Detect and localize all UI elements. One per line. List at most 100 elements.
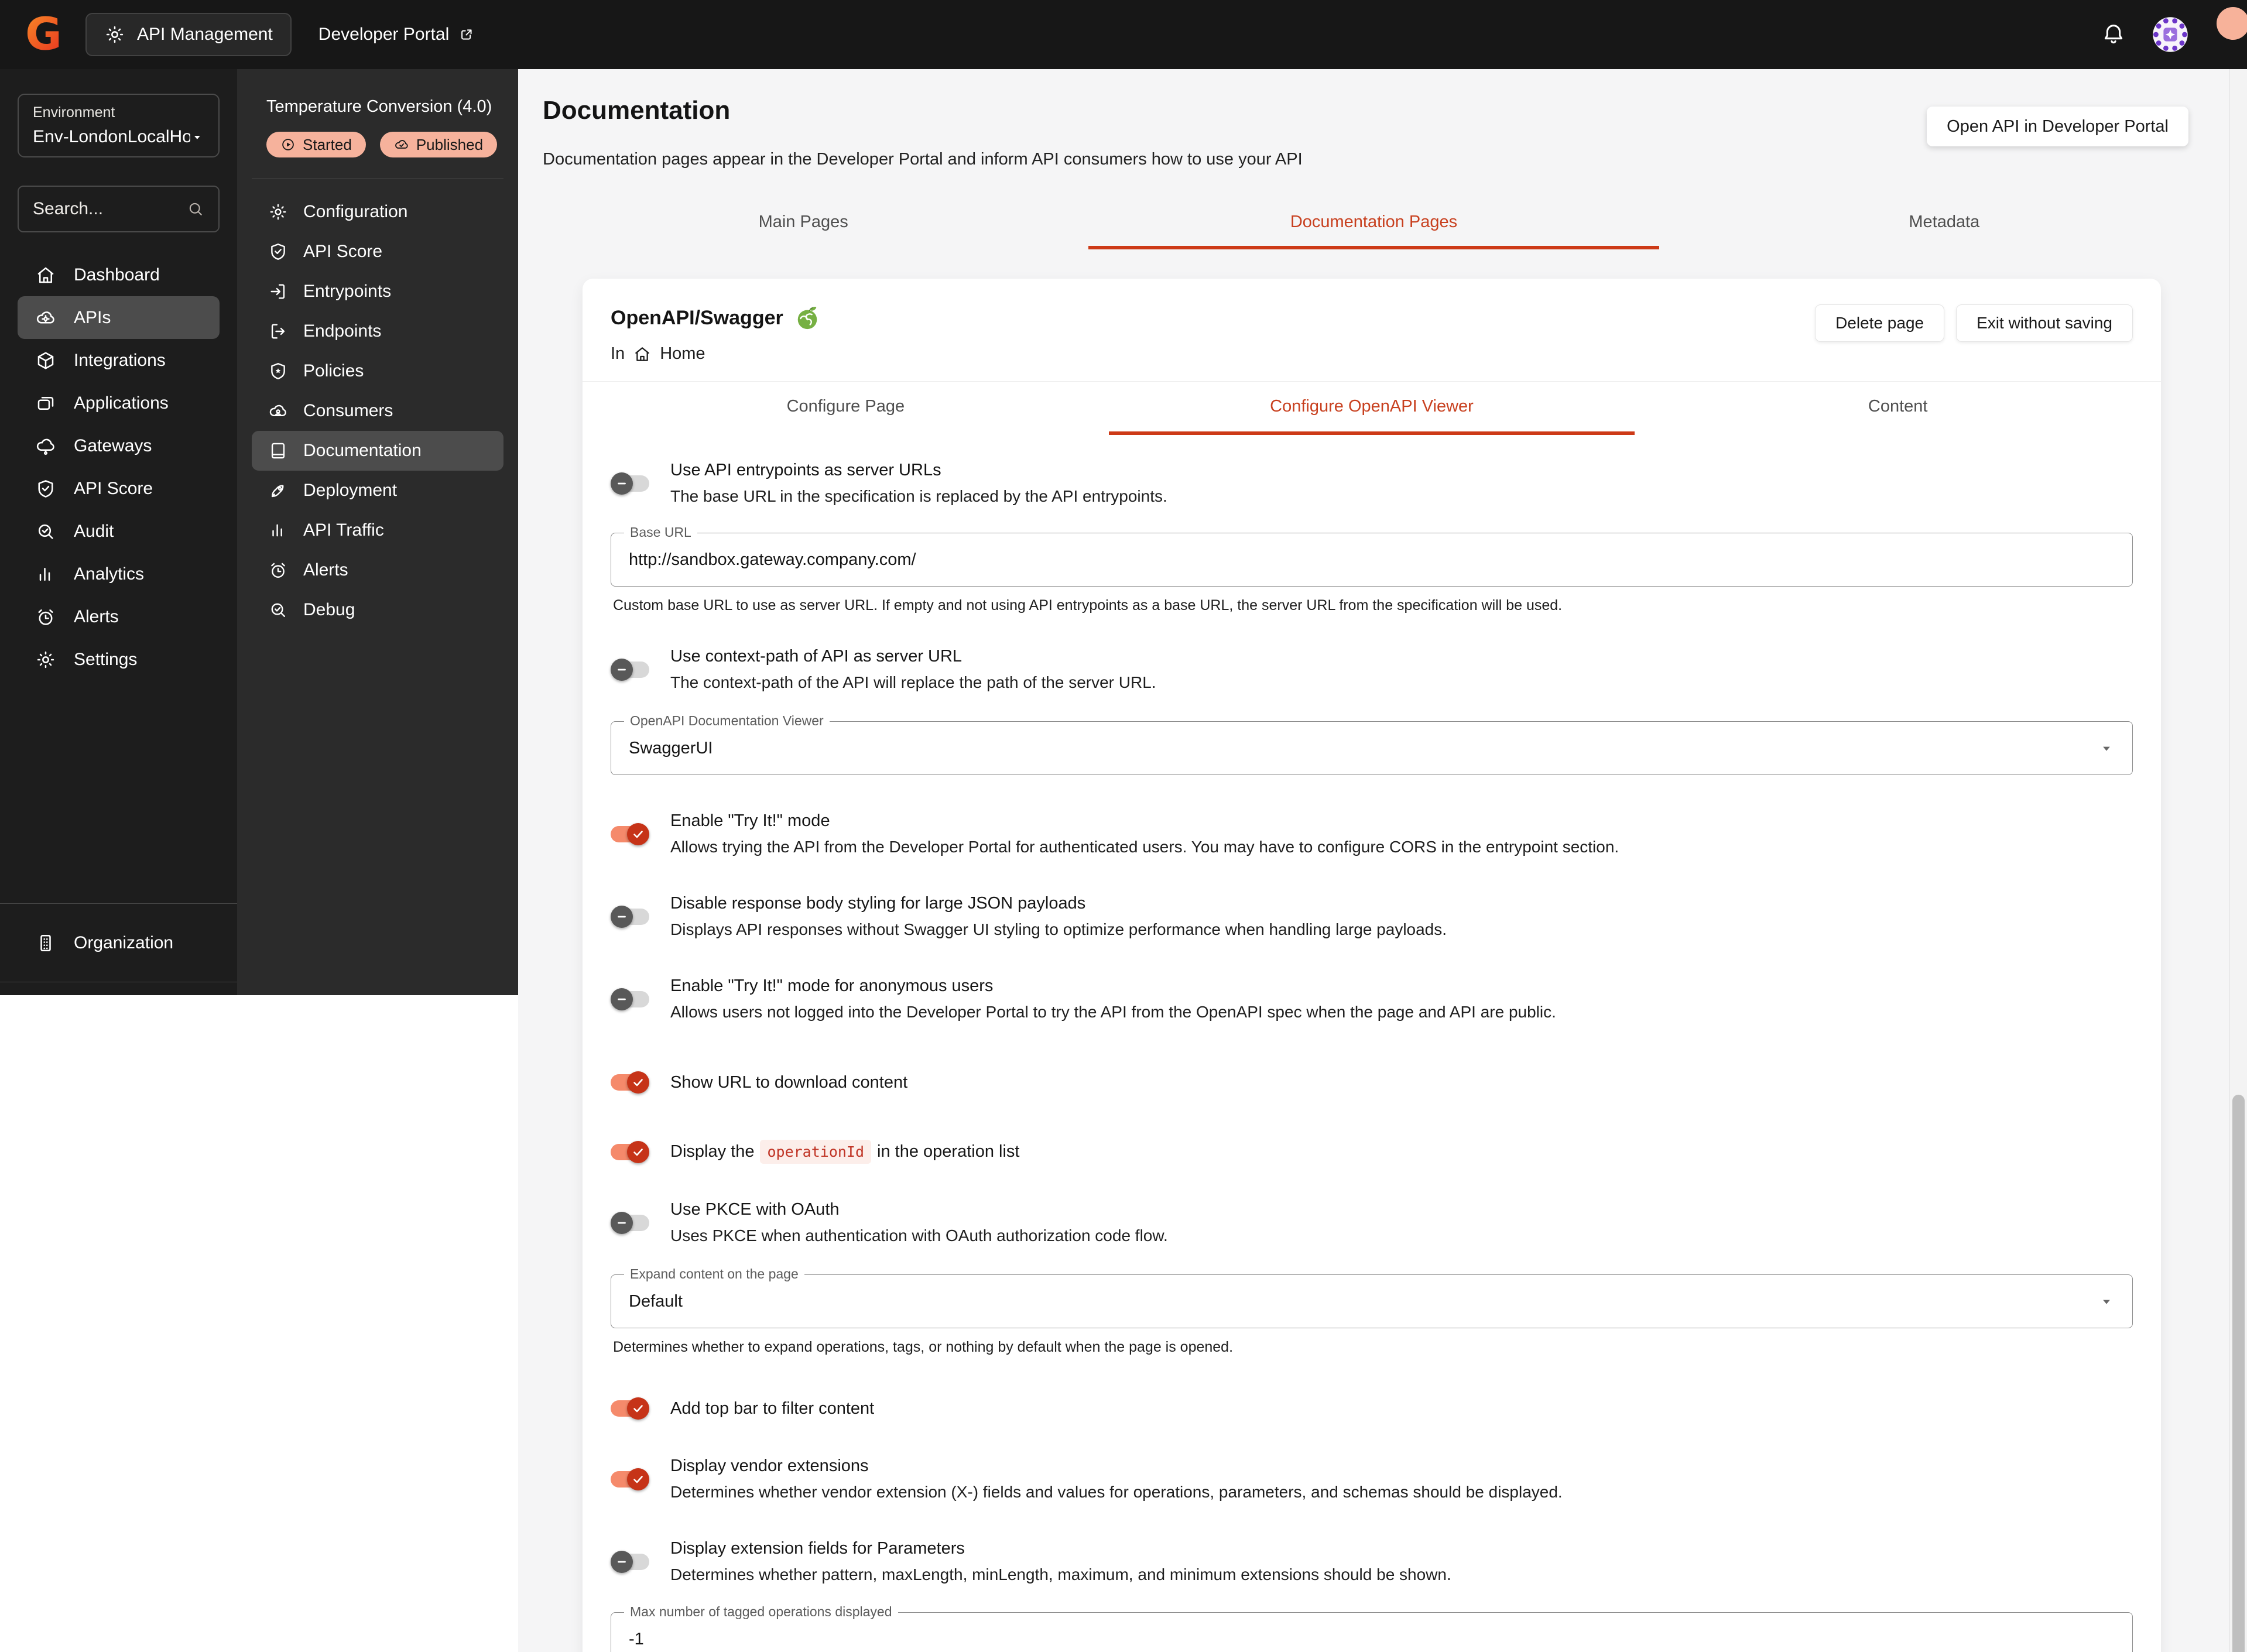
user-avatar[interactable] bbox=[2152, 16, 2188, 53]
entrypoints-toggle[interactable] bbox=[611, 472, 649, 495]
api-nav-label: Endpoints bbox=[303, 321, 381, 341]
developer-portal-link[interactable]: Developer Portal bbox=[318, 25, 475, 44]
api-nav-label: Deployment bbox=[303, 481, 397, 501]
avatar-pattern-icon bbox=[2152, 16, 2188, 53]
response-styling-toggle[interactable] bbox=[611, 905, 649, 928]
api-nav-item-entrypoints[interactable]: Entrypoints bbox=[252, 272, 503, 311]
primary-sidebar: Environment Env-LondonLocalHo... Dashboa… bbox=[0, 69, 237, 995]
sidebar-item-apis[interactable]: APIs bbox=[18, 296, 220, 339]
toggle-label: Enable "Try It!" mode bbox=[670, 811, 1619, 831]
tab-main-pages[interactable]: Main Pages bbox=[518, 204, 1088, 249]
sidebar-item-applications[interactable]: Applications bbox=[18, 382, 220, 424]
developer-portal-label: Developer Portal bbox=[318, 25, 449, 44]
base-url-input[interactable] bbox=[629, 550, 2115, 570]
show-url-toggle[interactable] bbox=[611, 1071, 649, 1094]
tab-label: Configure OpenAPI Viewer bbox=[1270, 397, 1474, 416]
page-editor-card: OpenAPI/Swagger In Home bbox=[583, 279, 2161, 1652]
extension-fields-toggle[interactable] bbox=[611, 1550, 649, 1574]
api-nav-item-deployment[interactable]: Deployment bbox=[252, 471, 503, 510]
sidebar-item-api-score[interactable]: API Score bbox=[18, 467, 220, 510]
expand-content-select[interactable]: Expand content on the page Default bbox=[611, 1274, 2133, 1328]
tab-label: Configure Page bbox=[787, 397, 905, 416]
sidebar-item-audit[interactable]: Audit bbox=[18, 510, 220, 553]
sidebar-item-alerts[interactable]: Alerts bbox=[18, 595, 220, 638]
try-it-toggle[interactable] bbox=[611, 822, 649, 846]
viewer-select[interactable]: OpenAPI Documentation Viewer SwaggerUI bbox=[611, 721, 2133, 775]
gear-icon bbox=[104, 24, 125, 45]
api-management-label: API Management bbox=[137, 25, 273, 44]
api-nav-item-policies[interactable]: Policies bbox=[252, 351, 503, 391]
book-icon bbox=[268, 441, 288, 461]
context-path-toggle[interactable] bbox=[611, 658, 649, 681]
sidebar-item-label: API Score bbox=[74, 479, 153, 499]
badge-label: Started bbox=[303, 136, 352, 154]
shield-star-icon bbox=[268, 361, 288, 381]
sidebar-item-gateways[interactable]: Gateways bbox=[18, 424, 220, 467]
api-badges: Started Published bbox=[266, 132, 518, 157]
api-management-button[interactable]: API Management bbox=[85, 13, 292, 56]
api-nav-item-alerts[interactable]: Alerts bbox=[252, 550, 503, 590]
pkce-toggle[interactable] bbox=[611, 1211, 649, 1235]
sidebar-item-label: Organization bbox=[74, 933, 173, 953]
api-nav-item-documentation[interactable]: Documentation bbox=[252, 431, 503, 471]
api-nav-item-consumers[interactable]: Consumers bbox=[252, 391, 503, 431]
api-nav-item-debug[interactable]: Debug bbox=[252, 590, 503, 630]
tab-metadata[interactable]: Metadata bbox=[1659, 204, 2229, 249]
tab-documentation-pages[interactable]: Documentation Pages bbox=[1088, 204, 1659, 249]
scrollbar-thumb[interactable] bbox=[2232, 1095, 2245, 1652]
environment-selector[interactable]: Environment Env-LondonLocalHo... bbox=[18, 94, 220, 157]
dash-icon bbox=[615, 910, 628, 923]
sidebar-item-integrations[interactable]: Integrations bbox=[18, 339, 220, 382]
search-icon bbox=[187, 200, 204, 218]
viewer-select-value: SwaggerUI bbox=[629, 739, 713, 758]
sidebar-item-organization[interactable]: Organization bbox=[18, 921, 220, 964]
search-input[interactable] bbox=[33, 199, 187, 219]
operation-id-toggle[interactable] bbox=[611, 1140, 649, 1164]
status-badge-started: Started bbox=[266, 132, 366, 157]
toggle-description: Displays API responses without Swagger U… bbox=[670, 920, 1447, 939]
api-nav-item-api-score[interactable]: API Score bbox=[252, 232, 503, 272]
max-operations-field[interactable]: Max number of tagged operations displaye… bbox=[611, 1612, 2133, 1652]
api-nav-label: Documentation bbox=[303, 441, 422, 461]
base-url-field[interactable]: Base URL bbox=[611, 533, 2133, 587]
api-nav-item-endpoints[interactable]: Endpoints bbox=[252, 311, 503, 351]
sidebar-item-settings[interactable]: Settings bbox=[18, 638, 220, 681]
exit-without-saving-button[interactable]: Exit without saving bbox=[1956, 304, 2133, 342]
toggle-description: The context-path of the API will replace… bbox=[670, 673, 1156, 692]
sidebar-item-label: Settings bbox=[74, 650, 137, 670]
card-tabs: Configure Page Configure OpenAPI Viewer … bbox=[583, 382, 2161, 435]
vendor-extensions-toggle[interactable] bbox=[611, 1468, 649, 1491]
home-icon bbox=[35, 265, 56, 286]
max-operations-input[interactable] bbox=[629, 1630, 2115, 1649]
tab-label: Content bbox=[1868, 397, 1928, 416]
sidebar-item-dashboard[interactable]: Dashboard bbox=[18, 253, 220, 296]
toggle-row-extension-fields: Display extension fields for Parameters … bbox=[611, 1539, 2133, 1584]
environment-label: Environment bbox=[33, 104, 204, 121]
open-portal-button[interactable]: Open API in Developer Portal bbox=[1927, 107, 2188, 146]
caret-down-icon bbox=[190, 129, 204, 145]
shield-check-icon bbox=[268, 242, 288, 262]
dash-icon bbox=[615, 1216, 628, 1229]
top-bar-toggle[interactable] bbox=[611, 1397, 649, 1420]
gear-icon bbox=[35, 649, 56, 670]
dash-icon bbox=[615, 663, 628, 676]
search-check-icon bbox=[35, 521, 56, 542]
notifications-button[interactable] bbox=[2101, 21, 2126, 49]
toggle-row-response-styling: Disable response body styling for large … bbox=[611, 894, 2133, 939]
tab-content[interactable]: Content bbox=[1635, 382, 2161, 435]
tab-configure-page[interactable]: Configure Page bbox=[583, 382, 1109, 435]
breadcrumb: In Home bbox=[611, 344, 821, 364]
toggle-thumb bbox=[611, 1212, 633, 1234]
gravitee-logo[interactable]: G bbox=[23, 9, 64, 60]
sidebar-item-analytics[interactable]: Analytics bbox=[18, 553, 220, 595]
page: { "colors": { "accent": "#c8401f", "togg… bbox=[0, 0, 2247, 1652]
api-nav-item-configuration[interactable]: Configuration bbox=[252, 192, 503, 232]
scrollbar[interactable] bbox=[2229, 69, 2247, 1652]
svg-text:G: G bbox=[25, 9, 62, 60]
api-nav-label: Consumers bbox=[303, 401, 393, 421]
tab-configure-openapi-viewer[interactable]: Configure OpenAPI Viewer bbox=[1109, 382, 1635, 435]
api-nav-item-api-traffic[interactable]: API Traffic bbox=[252, 510, 503, 550]
search-box[interactable] bbox=[18, 186, 220, 232]
try-it-anonymous-toggle[interactable] bbox=[611, 988, 649, 1011]
delete-page-button[interactable]: Delete page bbox=[1815, 304, 1944, 342]
